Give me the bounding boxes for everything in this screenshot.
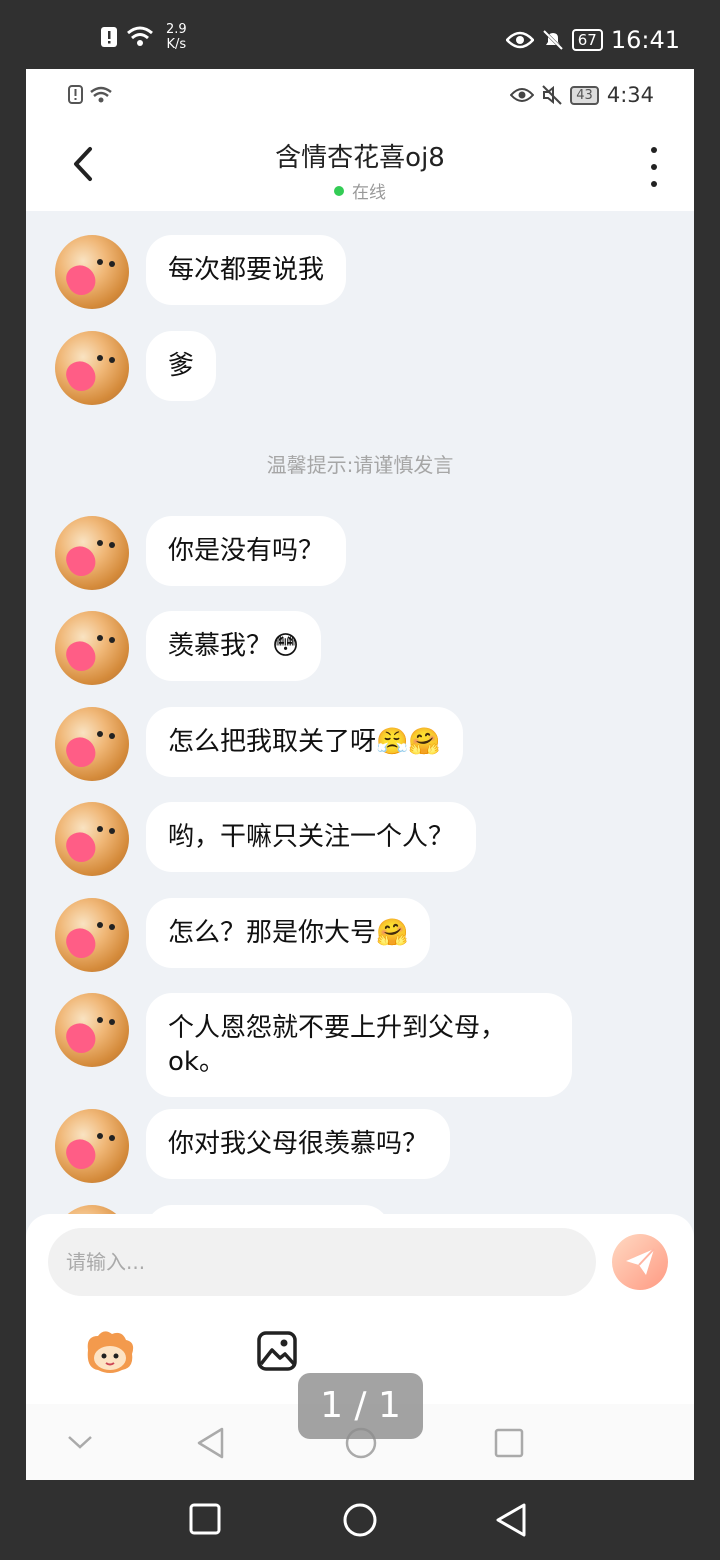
- avatar[interactable]: [55, 331, 129, 405]
- more-icon: [651, 181, 657, 187]
- avatar[interactable]: [55, 1205, 129, 1214]
- net-speed-value: 2.9: [166, 22, 187, 37]
- online-status: 在线: [26, 178, 694, 203]
- home-button[interactable]: [342, 1502, 378, 1542]
- alert-sim-icon: [101, 27, 117, 47]
- message-row: 你对我父母很羡慕吗？: [55, 1109, 451, 1183]
- more-icon: [651, 164, 657, 170]
- more-icon: [651, 147, 657, 153]
- message-row: 哟，干嘛只关注一个人？: [55, 802, 477, 876]
- inner-status-bar: 43 4:34: [26, 69, 694, 121]
- message-bubble[interactable]: 你是没有吗？: [146, 516, 347, 586]
- nav-home-icon: [343, 1503, 377, 1537]
- eye-icon: [510, 88, 535, 102]
- page-indicator: 1 / 1: [298, 1373, 423, 1439]
- clock: 16:41: [610, 26, 680, 54]
- avatar[interactable]: [55, 802, 129, 876]
- message-bubble[interactable]: 个人恩怨就不要上升到父母，ok。: [146, 993, 572, 1097]
- emoji-button[interactable]: [82, 1328, 138, 1376]
- send-icon: [626, 1248, 655, 1275]
- clock: 4:34: [606, 83, 654, 107]
- net-speed-unit: K/s: [166, 37, 187, 52]
- avatar[interactable]: [55, 235, 129, 309]
- collapse-button[interactable]: [66, 1432, 94, 1456]
- message-row: 你是没有吗？: [55, 516, 347, 590]
- message-row: 怎么？那是你大号🤗: [55, 898, 431, 972]
- wifi-icon: [127, 26, 153, 46]
- online-status-label: 在线: [352, 183, 386, 203]
- nav-recent-icon: [189, 1503, 221, 1535]
- message-bubble[interactable]: 怎么把我取关了呀😤🤗: [146, 707, 463, 777]
- message-row: 每次都要说我: [55, 235, 347, 309]
- more-button[interactable]: [644, 147, 664, 187]
- message-list[interactable]: 每次都要说我 爹 温馨提示:请谨慎发言 你是没有吗？ 羡慕我？😳 怎么把我取关了…: [26, 211, 694, 1214]
- recent-apps-button[interactable]: [188, 1502, 222, 1540]
- battery-level: 43: [570, 85, 599, 105]
- message-row: 爹: [55, 331, 217, 405]
- outer-status-bar: 2.9 K/s 67 16:41: [0, 0, 720, 68]
- message-bubble[interactable]: 你对我父母很羡慕吗？: [146, 1109, 451, 1179]
- nav-recent-button[interactable]: [494, 1426, 524, 1464]
- avatar[interactable]: [55, 611, 129, 685]
- nav-back-button[interactable]: [196, 1426, 226, 1464]
- chat-title: 含情杏花喜oj8: [275, 143, 445, 173]
- safety-tip: 温馨提示:请谨慎发言: [266, 453, 454, 477]
- net-speed: 2.9 K/s: [166, 22, 187, 52]
- collapse-icon: [68, 1436, 92, 1449]
- nav-back-icon: [197, 1427, 224, 1459]
- message-row: 个人恩怨就不要上升到父母，ok。: [55, 993, 572, 1097]
- message-row: 怎么把我取关了呀😤🤗: [55, 707, 463, 781]
- message-bubble[interactable]: 爹: [146, 331, 217, 401]
- avatar[interactable]: [55, 707, 129, 781]
- back-button-system[interactable]: [494, 1502, 528, 1542]
- nav-recent-icon: [494, 1428, 524, 1458]
- message-bubble[interactable]: 羡慕我？😳: [146, 611, 322, 681]
- avatar[interactable]: [55, 993, 129, 1067]
- chat-header: 含情杏花喜oj8 在线: [26, 121, 694, 211]
- message-bubble-partial[interactable]: [146, 1205, 390, 1214]
- volume-muted-icon: [542, 85, 562, 105]
- message-input[interactable]: 请输入...: [48, 1228, 596, 1296]
- eye-icon: [505, 31, 534, 49]
- image-button[interactable]: [250, 1328, 306, 1376]
- wifi-icon: [90, 86, 112, 102]
- emoji-avatar-icon: [87, 1331, 134, 1373]
- app-screen: 43 4:34 含情杏花喜oj8 在线 每次都要说我 爹 温馨提示:请谨慎发言: [26, 69, 694, 1480]
- message-bubble[interactable]: 怎么？那是你大号🤗: [146, 898, 431, 968]
- bell-muted-icon: [542, 29, 563, 51]
- alert-sim-icon: [68, 85, 83, 104]
- image-icon: [257, 1331, 297, 1371]
- message-bubble[interactable]: 每次都要说我: [146, 235, 347, 305]
- message-bubble[interactable]: 哟，干嘛只关注一个人？: [146, 802, 477, 872]
- online-dot-icon: [334, 185, 344, 196]
- nav-back-icon: [496, 1503, 526, 1537]
- message-row: 羡慕我？😳: [55, 611, 322, 685]
- avatar[interactable]: [55, 516, 129, 590]
- send-button[interactable]: [612, 1234, 668, 1290]
- outer-navigation-bar: [0, 1480, 720, 1560]
- avatar[interactable]: [55, 1109, 129, 1183]
- battery-level: 67: [571, 29, 603, 51]
- message-row: [55, 1205, 390, 1214]
- avatar[interactable]: [55, 898, 129, 972]
